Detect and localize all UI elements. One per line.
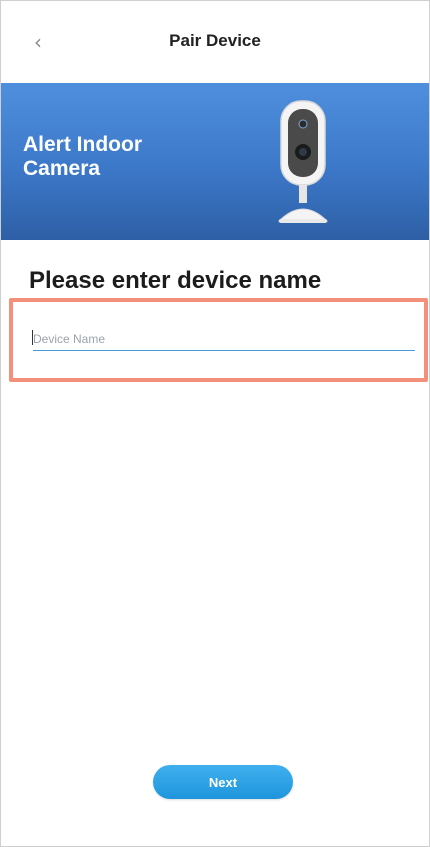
device-banner: Alert Indoor Camera <box>1 83 429 240</box>
page-title: Pair Device <box>169 31 261 50</box>
indoor-camera-icon <box>277 100 329 223</box>
text-caret <box>32 330 33 345</box>
top-bar: ‹ Pair Device <box>1 1 429 83</box>
next-button[interactable]: Next <box>153 765 293 799</box>
device-type-title: Alert Indoor Camera <box>23 133 142 180</box>
pair-device-screen: ‹ Pair Device Alert Indoor Camera Please… <box>0 0 430 847</box>
device-name-heading: Please enter device name <box>29 267 322 294</box>
device-name-input[interactable] <box>33 327 415 351</box>
